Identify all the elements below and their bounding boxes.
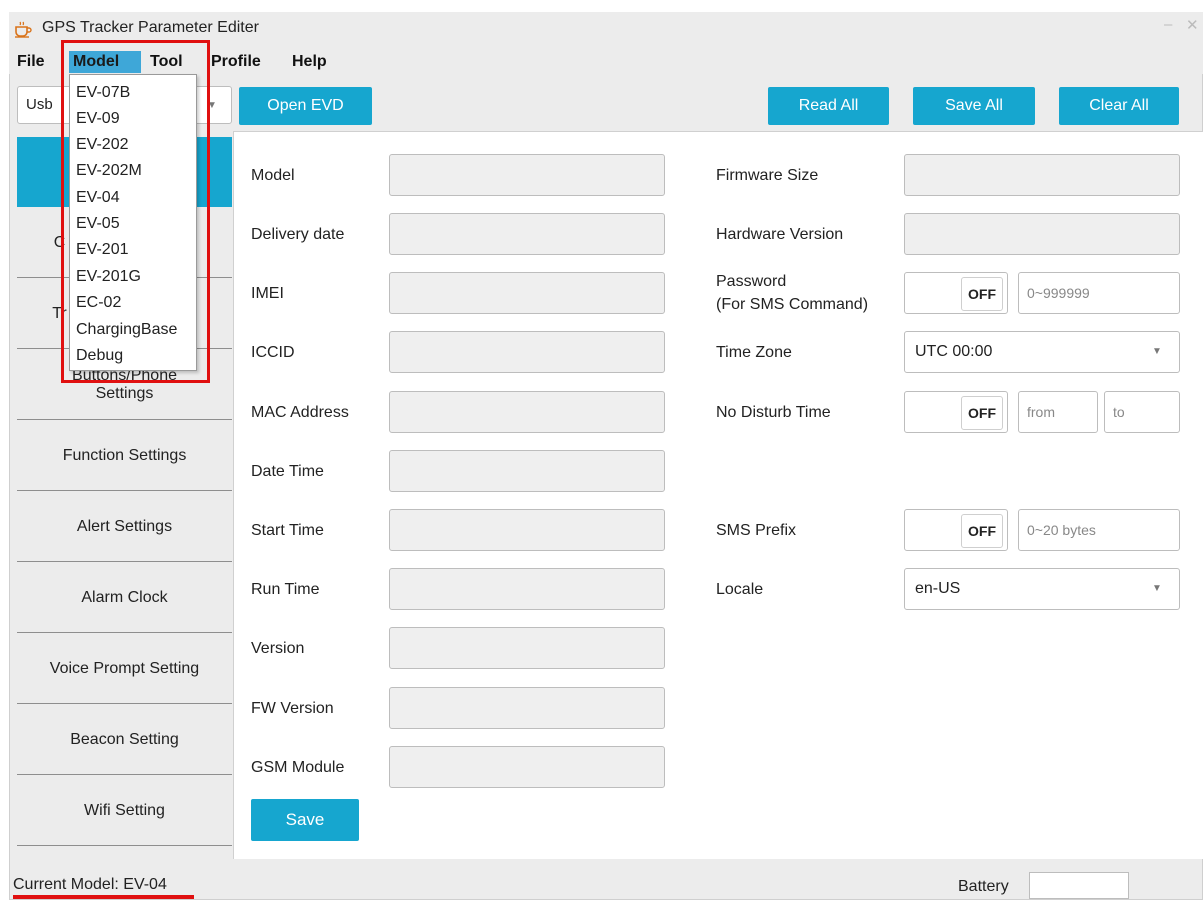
field-label: Date Time [251,463,324,480]
field-label: Locale [716,581,764,598]
sidebar-item-wifi[interactable]: Wifi Setting [17,776,232,846]
field-label: No Disturb Time [716,404,831,421]
current-model-status: Current Model: EV-04 [13,876,167,893]
field-label: Start Time [251,522,324,539]
time-zone-select[interactable]: UTC 00:00 [904,331,1180,373]
start-time-field[interactable] [389,509,665,551]
sms-prefix-toggle[interactable]: OFF [904,509,1008,551]
save-button[interactable]: Save [251,799,359,841]
mac-address-field[interactable] [389,391,665,433]
sidebar-item-label: Alarm Clock [81,588,168,606]
field-label: GSM Module [251,759,345,776]
no-disturb-toggle[interactable]: OFF [904,391,1008,433]
password-toggle[interactable]: OFF [904,272,1008,314]
menu-help[interactable]: Help [288,51,331,73]
open-evd-button[interactable]: Open EVD [239,87,372,125]
battery-label: Battery [958,878,1009,895]
sidebar-item-label: Function Settings [62,446,187,464]
model-field[interactable] [389,154,665,196]
field-label: Time Zone [716,344,792,361]
minimize-icon[interactable]: – [1164,16,1172,33]
fw-version-field[interactable] [389,687,665,729]
field-label: Run Time [251,581,320,598]
read-all-button[interactable]: Read All [768,87,889,125]
field-label: (For SMS Command) [716,296,869,313]
date-time-field[interactable] [389,450,665,492]
toggle-off-label: OFF [961,277,1003,311]
field-label: FW Version [251,700,334,717]
window-title: GPS Tracker Parameter Editer [42,19,259,36]
field-label: Model [251,167,295,184]
imei-field[interactable] [389,272,665,314]
version-field[interactable] [389,627,665,669]
gsm-module-field[interactable] [389,746,665,788]
clear-all-button[interactable]: Clear All [1059,87,1179,125]
battery-field [1029,872,1129,899]
highlight-underline [13,895,194,899]
sidebar-item-voice[interactable]: Voice Prompt Setting [17,634,232,704]
firmware-size-field[interactable] [904,154,1180,196]
toggle-off-label: OFF [961,396,1003,430]
hardware-version-field[interactable] [904,213,1180,255]
iccid-field[interactable] [389,331,665,373]
sidebar-item-label: Voice Prompt Setting [49,659,200,677]
field-label: Password [716,273,787,290]
run-time-field[interactable] [389,568,665,610]
menu-file[interactable]: File [13,51,49,73]
locale-select[interactable]: en-US [904,568,1180,610]
password-input[interactable]: 0~999999 [1018,272,1180,314]
no-disturb-to-input[interactable]: to [1104,391,1180,433]
field-label: Hardware Version [716,226,844,243]
chevron-down-icon: ▼ [1152,346,1162,357]
field-label: Version [251,640,305,657]
sidebar-item-label: Alert Settings [76,517,173,535]
field-label: Firmware Size [716,167,819,184]
sidebar-item-label: Wifi Setting [84,801,165,819]
close-icon[interactable]: ✕ [1186,16,1199,34]
save-all-button[interactable]: Save All [913,87,1035,125]
field-label: SMS Prefix [716,522,797,539]
sidebar-item-function[interactable]: Function Settings [17,421,232,491]
menu-profile[interactable]: Profile [207,51,265,73]
delivery-date-field[interactable] [389,213,665,255]
no-disturb-from-input[interactable]: from [1018,391,1098,433]
field-label: IMEI [251,285,284,302]
field-label: MAC Address [251,404,349,421]
field-label: Delivery date [251,226,345,243]
cup-icon [13,20,33,38]
highlight-box [61,40,210,383]
chevron-down-icon: ▼ [1152,583,1162,594]
sms-prefix-input[interactable]: 0~20 bytes [1018,509,1180,551]
sidebar-item-label: Beacon Setting [70,730,179,748]
sidebar-item-alert[interactable]: Alert Settings [17,492,232,562]
sidebar-item-alarm[interactable]: Alarm Clock [17,563,232,633]
sidebar-item-beacon[interactable]: Beacon Setting [17,705,232,775]
toggle-off-label: OFF [961,514,1003,548]
field-label: ICCID [251,344,295,361]
